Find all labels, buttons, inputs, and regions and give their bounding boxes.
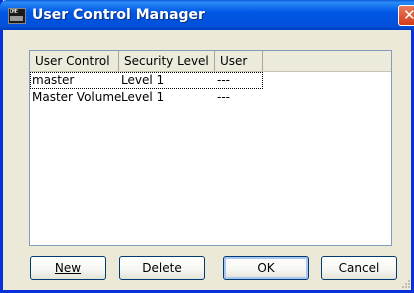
user-control-list[interactable]: User Control Security Level User master … (29, 50, 392, 246)
cell-user: --- (217, 90, 230, 104)
cell-user: --- (217, 73, 230, 87)
ok-button-label: OK (257, 261, 275, 275)
cancel-button[interactable]: Cancel (321, 256, 397, 280)
column-header-user-control[interactable]: User Control (30, 51, 119, 71)
list-header: User Control Security Level User (30, 51, 391, 72)
delete-button-label: Delete (142, 261, 182, 275)
user-control-manager-window: DME User Control Manager ✕ User Control … (0, 0, 414, 293)
cell-security-level: Level 1 (121, 90, 165, 104)
column-header-security-level[interactable]: Security Level (119, 51, 215, 71)
cell-user-control: master (32, 73, 75, 87)
column-header-user[interactable]: User (215, 51, 263, 71)
new-button[interactable]: New (30, 256, 106, 280)
list-item[interactable]: master Level 1 --- (30, 72, 263, 89)
cancel-button-label: Cancel (338, 261, 380, 275)
close-icon: ✕ (403, 6, 414, 24)
title-bar[interactable]: DME User Control Manager ✕ (0, 0, 414, 30)
app-icon-text: DME (10, 9, 18, 15)
close-button[interactable]: ✕ (398, 5, 414, 26)
cell-user-control: Master Volume (32, 90, 122, 104)
resize-grip-icon[interactable] (399, 278, 411, 290)
dme-app-icon: DME (8, 8, 26, 24)
window-title: User Control Manager (32, 7, 205, 23)
delete-button[interactable]: Delete (119, 256, 205, 280)
ok-button[interactable]: OK (223, 256, 309, 280)
new-button-label: New (54, 261, 82, 275)
list-item[interactable]: Master Volume Level 1 --- (30, 89, 391, 106)
cell-security-level: Level 1 (121, 73, 165, 87)
